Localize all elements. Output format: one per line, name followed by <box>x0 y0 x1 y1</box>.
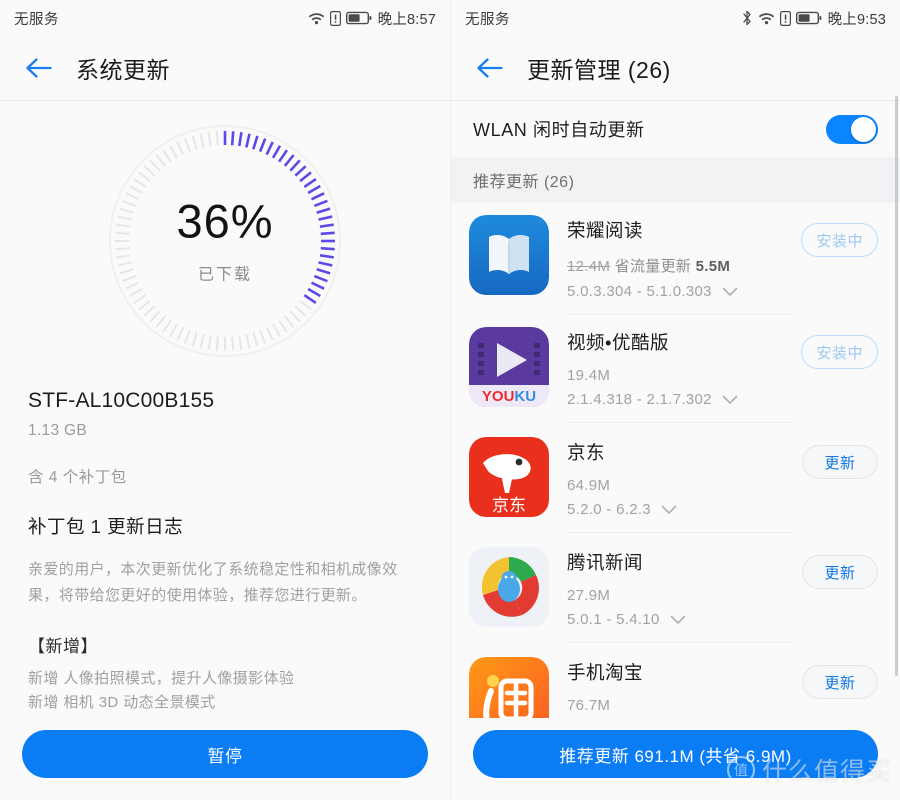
svg-text:YOUKU: YOUKU <box>482 388 536 405</box>
app-action-cell: 更新 <box>802 555 878 589</box>
app-version-row[interactable]: 2.1.4.318 - 2.1.7.302 <box>567 391 791 408</box>
carrier-label: 无服务 <box>465 11 510 28</box>
app-version-range: 2.1.4.318 - 2.1.7.302 <box>567 391 712 408</box>
update-all-button[interactable]: 推荐更新 691.1M (共省 6.9M) <box>473 730 878 778</box>
carrier-label: 无服务 <box>14 11 59 28</box>
chevron-down-icon[interactable] <box>722 287 738 297</box>
progress-status-label: 已下载 <box>197 266 252 284</box>
app-version-range: 5.0.3.304 - 5.1.0.303 <box>567 283 712 300</box>
app-version-row[interactable]: 5.0.3.304 - 5.1.0.303 <box>567 283 791 300</box>
app-name: 手机淘宝 <box>567 662 644 683</box>
circular-progress-dial: 36% 已下载 <box>107 123 343 359</box>
chevron-down-icon[interactable] <box>670 615 686 625</box>
auto-update-label: WLAN 闲时自动更新 <box>473 120 645 140</box>
app-size-line: 12.4M 省流量更新 5.5M <box>567 255 791 276</box>
page-title: 系统更新 <box>76 57 170 83</box>
auto-update-row[interactable]: WLAN 闲时自动更新 <box>451 101 900 157</box>
download-progress-section: 36% 已下载 <box>0 101 450 381</box>
left-phone-screen: 无服务 晚上8:57 系统更新 36% 已下载 STF-AL10C00B155 … <box>0 0 450 800</box>
sim-alert-icon <box>329 10 341 26</box>
changelog-bullets: 新增 人像拍照模式，提升人像摄影体验 新增 相机 3D 动态全景模式 <box>28 667 422 717</box>
app-list-item[interactable]: 京东 京东 64.9M 5.2.0 - 6.2.3 更新 <box>451 425 900 535</box>
app-version-row[interactable]: 5.2.0 - 6.2.3 <box>567 501 792 518</box>
svg-text:京东: 京东 <box>492 496 526 515</box>
left-cta-bar: 暂停 <box>0 718 450 800</box>
app-name: 荣耀阅读 <box>567 220 644 241</box>
clock-label: 晚上8:57 <box>377 11 436 28</box>
app-name: 腾讯新闻 <box>567 552 644 573</box>
status-bar-left: 无服务 晚上8:57 <box>0 0 450 36</box>
chevron-down-icon[interactable] <box>661 505 677 515</box>
app-size-line: 27.9M <box>567 587 611 604</box>
toggle-knob <box>851 116 876 142</box>
page-title: 更新管理 (26) <box>527 57 671 83</box>
app-list-item[interactable]: YOUKU 视频•优酷版 19.4M 2.1.4.318 - 2.1.7.302 安装中 <box>451 315 900 425</box>
patch-log-body: 亲爱的用户，本次更新优化了系统稳定性和相机成像效果，将带给您更好的使用体验，推荐… <box>28 561 398 605</box>
auto-update-toggle[interactable] <box>826 114 878 144</box>
recommended-updates-header: 推荐更新 (26) <box>451 157 900 203</box>
app-info: 视频•优酷版 19.4M 2.1.4.318 - 2.1.7.302 <box>567 327 792 423</box>
status-icons-left <box>308 10 372 26</box>
tencent-news-icon <box>469 547 549 627</box>
app-name: 视频•优酷版 <box>567 332 669 353</box>
status-bar-right: 无服务 晚上9:53 <box>451 0 900 36</box>
build-name: STF-AL10C00B155 <box>28 389 215 412</box>
changelog-bullet: 新增 人像拍照模式，提升人像摄影体验 <box>28 669 295 687</box>
app-update-list: 荣耀阅读 12.4M 省流量更新 5.5M 5.0.3.304 - 5.1.0.30… <box>451 203 900 755</box>
bluetooth-icon <box>741 10 753 26</box>
clock-label: 晚上9:53 <box>827 11 886 28</box>
right-phone-screen: 无服务 晚上9:53 更新管理 (26) WLAN 闲时自动更新 推荐更新 (2… <box>450 0 900 800</box>
dual-screenshot-canvas: 无服务 晚上8:57 系统更新 36% 已下载 STF-AL10C00B155 … <box>0 0 900 800</box>
app-bar-left: 系统更新 <box>0 36 450 100</box>
patch-count: 含 4 个补丁包 <box>28 469 127 486</box>
vertical-scrollbar[interactable] <box>895 96 898 676</box>
app-list-item[interactable]: 荣耀阅读 12.4M 省流量更新 5.5M 5.0.3.304 - 5.1.0.30… <box>451 203 900 315</box>
back-arrow-icon[interactable] <box>469 47 511 89</box>
back-arrow-icon[interactable] <box>18 47 60 89</box>
app-action-cell: 更新 <box>802 445 878 479</box>
honor-reader-icon <box>469 215 549 295</box>
app-size-line: 19.4M <box>567 367 611 384</box>
right-cta-bar: 推荐更新 691.1M (共省 6.9M) <box>451 718 900 800</box>
changelog-bullet: 新增 相机 3D 动态全景模式 <box>28 694 216 712</box>
app-saver-label: 省流量更新 <box>614 258 692 275</box>
app-version-range: 5.2.0 - 6.2.3 <box>567 501 651 518</box>
update-details: STF-AL10C00B155 1.13 GB 含 4 个补丁包 补丁包 1 更… <box>0 381 450 716</box>
wifi-icon <box>308 11 325 25</box>
app-size-line: 76.7M <box>567 697 611 714</box>
patch-log-title: 补丁包 1 更新日志 <box>28 516 184 537</box>
update-button[interactable]: 更新 <box>802 445 878 479</box>
progress-percent: 36% <box>176 194 274 248</box>
installing-button[interactable]: 安装中 <box>801 223 878 257</box>
app-version-row[interactable]: 5.0.1 - 5.4.10 <box>567 611 792 628</box>
pause-button[interactable]: 暂停 <box>22 730 428 778</box>
changelog-section-heading: 【新增】 <box>28 636 98 656</box>
build-size: 1.13 GB <box>28 422 87 439</box>
app-action-cell: 安装中 <box>801 335 878 369</box>
app-size-line: 64.9M <box>567 477 611 494</box>
update-button[interactable]: 更新 <box>802 665 878 699</box>
sim-alert-icon <box>779 10 791 26</box>
app-list-item[interactable]: 腾讯新闻 27.9M 5.0.1 - 5.4.10 更新 <box>451 535 900 645</box>
update-button[interactable]: 更新 <box>802 555 878 589</box>
app-size-original: 12.4M <box>567 258 611 275</box>
progress-center-labels: 36% 已下载 <box>107 198 343 285</box>
battery-icon <box>345 11 372 25</box>
app-info: 京东 64.9M 5.2.0 - 6.2.3 <box>567 437 792 533</box>
app-action-cell: 更新 <box>802 665 878 699</box>
app-version-range: 5.0.1 - 5.4.10 <box>567 611 660 628</box>
app-info: 腾讯新闻 27.9M 5.0.1 - 5.4.10 <box>567 547 792 643</box>
app-saver-size: 5.5M <box>695 258 731 275</box>
wifi-icon <box>758 11 775 25</box>
chevron-down-icon[interactable] <box>722 395 738 405</box>
youku-icon: YOUKU <box>469 327 549 407</box>
app-action-cell: 安装中 <box>801 223 878 257</box>
battery-icon <box>795 11 822 25</box>
app-name: 京东 <box>567 442 606 463</box>
app-bar-right: 更新管理 (26) <box>451 36 900 100</box>
app-info: 荣耀阅读 12.4M 省流量更新 5.5M 5.0.3.304 - 5.1.0.30… <box>567 215 792 315</box>
status-icons-right <box>741 10 822 26</box>
installing-button[interactable]: 安装中 <box>801 335 878 369</box>
jd-icon: 京东 <box>469 437 549 517</box>
